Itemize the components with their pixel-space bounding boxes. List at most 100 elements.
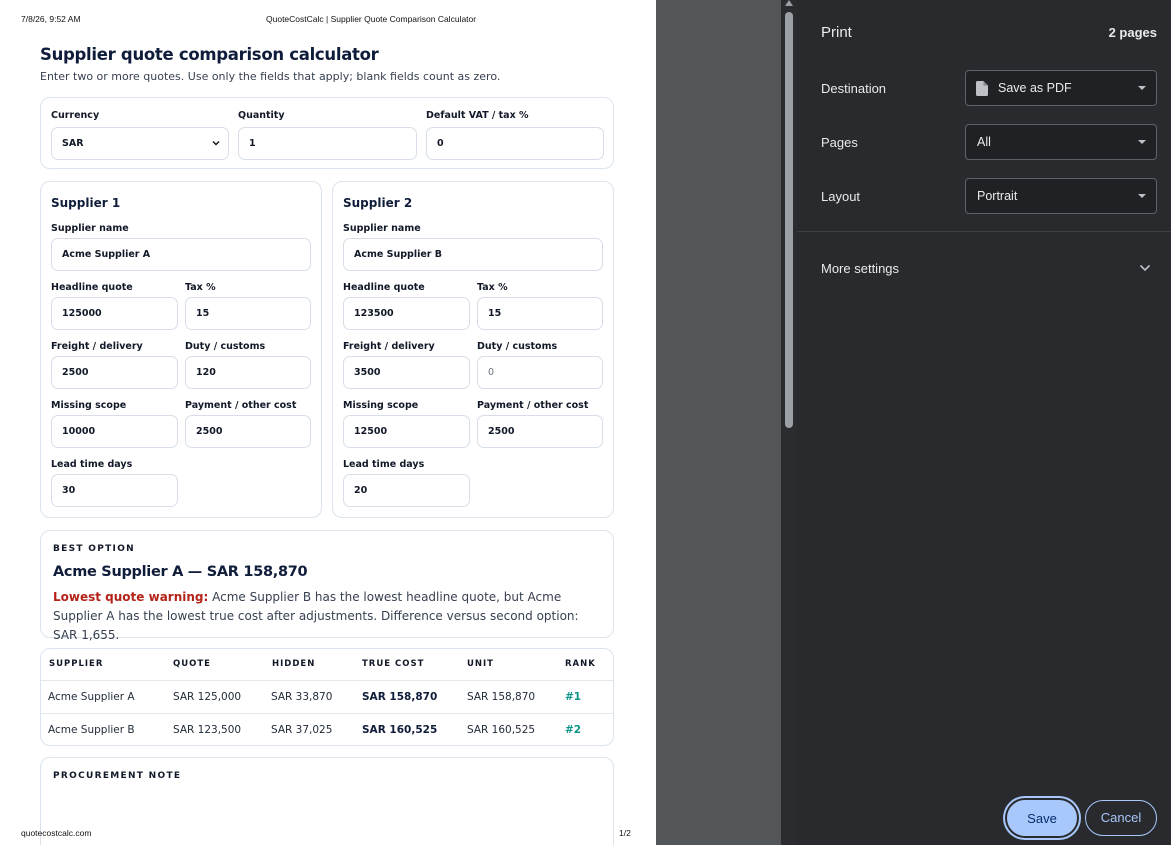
lead-time-input[interactable]: 20 [343,474,470,507]
column-header-supplier: SUPPLIER [49,659,104,669]
duty-label: Duty / customs [185,341,266,352]
cell-unit: SAR 158,870 [467,691,536,703]
payment-label: Payment / other cost [185,400,297,411]
column-header-hidden: HIDDEN [272,659,316,669]
quantity-label: Quantity [238,110,285,121]
results-table: SUPPLIER QUOTE HIDDEN TRUE COST UNIT RAN… [40,648,614,746]
print-settings-panel: Print 2 pages Destination Save as PDF Pa… [797,0,1171,845]
vat-label: Default VAT / tax % [426,110,529,121]
best-option-kicker: BEST OPTION [53,544,135,554]
tax-label: Tax % [185,282,216,293]
pages-select[interactable]: All [965,124,1157,160]
layout-value: Portrait [977,189,1018,203]
cancel-button[interactable]: Cancel [1085,800,1157,836]
preview-scrollbar[interactable] [781,0,797,845]
print-header-title: QuoteCostCalc | Supplier Quote Compariso… [266,14,477,24]
table-row: Acme Supplier B SAR 123,500 SAR 37,025 S… [41,713,613,746]
cell-rank: #1 [565,691,582,703]
tax-input[interactable]: 15 [185,297,311,330]
global-settings-card: Currency SAR Quantity 1 Default VAT / ta… [40,97,614,169]
supplier-card-1: Supplier 1 Supplier name Acme Supplier A… [40,181,322,518]
destination-select[interactable]: Save as PDF [965,70,1157,106]
more-settings-toggle[interactable]: More settings [797,250,1171,286]
missing-scope-input[interactable]: 10000 [51,415,178,448]
duty-input[interactable]: 120 [185,356,311,389]
supplier-name-input[interactable]: Acme Supplier A [51,238,311,271]
page-count: 2 pages [1108,25,1157,40]
chevron-down-icon [1139,264,1151,272]
payment-input[interactable]: 2500 [477,415,603,448]
chevron-down-icon [212,141,220,146]
cell-rank: #2 [565,724,582,736]
page-title: Supplier quote comparison calculator [40,45,379,64]
cell-quote: SAR 125,000 [173,691,242,703]
cell-quote: SAR 123,500 [173,724,242,736]
layout-select[interactable]: Portrait [965,178,1157,214]
cell-unit: SAR 160,525 [467,724,536,736]
missing-scope-input[interactable]: 12500 [343,415,470,448]
dropdown-arrow-icon [1138,86,1146,90]
supplier-name-label: Supplier name [343,223,421,234]
headline-quote-label: Headline quote [51,282,133,293]
currency-select[interactable]: SAR [51,127,229,160]
settings-divider [797,231,1171,232]
headline-quote-input[interactable]: 125000 [51,297,178,330]
pages-value: All [977,135,991,149]
missing-scope-label: Missing scope [51,400,127,411]
best-option-description: Lowest quote warning: Acme Supplier B ha… [53,588,605,645]
layout-label: Layout [821,189,861,204]
quantity-input[interactable]: 1 [238,127,417,160]
dropdown-arrow-icon [1138,194,1146,198]
lead-time-label: Lead time days [51,459,133,470]
print-dialog-title: Print [821,24,852,41]
currency-label: Currency [51,110,100,121]
lowest-quote-warning-label: Lowest quote warning: [53,590,209,604]
page-subtitle: Enter two or more quotes. Use only the f… [40,70,501,83]
supplier-name-input[interactable]: Acme Supplier B [343,238,603,271]
duty-input[interactable]: 0 [477,356,603,389]
pages-label: Pages [821,135,858,150]
destination-value: Save as PDF [998,81,1072,95]
cell-supplier: Acme Supplier B [48,724,135,736]
freight-input[interactable]: 2500 [51,356,178,389]
supplier-card-2: Supplier 2 Supplier name Acme Supplier B… [332,181,614,518]
save-button[interactable]: Save [1007,800,1077,836]
payment-input[interactable]: 2500 [185,415,311,448]
lead-time-label: Lead time days [343,459,425,470]
document-icon [976,81,988,96]
freight-label: Freight / delivery [343,341,435,352]
supplier-name-label: Supplier name [51,223,129,234]
more-settings-label: More settings [821,261,900,276]
missing-scope-label: Missing scope [343,400,419,411]
print-footer-url: quotecostcalc.com [21,828,92,838]
cell-hidden: SAR 37,025 [271,724,333,736]
freight-label: Freight / delivery [51,341,143,352]
vat-input[interactable]: 0 [426,127,604,160]
duty-label: Duty / customs [477,341,558,352]
cell-hidden: SAR 33,870 [271,691,333,703]
scroll-up-arrow-icon[interactable] [785,0,793,6]
print-preview-pane: 7/8/26, 9:52 AM QuoteCostCalc | Supplier… [0,0,781,845]
best-option-headline: Acme Supplier A — SAR 158,870 [53,564,308,580]
procurement-note-card: PROCUREMENT NOTE [40,757,614,845]
column-header-unit: UNIT [467,659,494,669]
tax-label: Tax % [477,282,508,293]
headline-quote-label: Headline quote [343,282,425,293]
cell-supplier: Acme Supplier A [48,691,135,703]
headline-quote-input[interactable]: 123500 [343,297,470,330]
cell-true-cost: SAR 160,525 [362,724,438,736]
lead-time-input[interactable]: 30 [51,474,178,507]
freight-input[interactable]: 3500 [343,356,470,389]
cell-true-cost: SAR 158,870 [362,691,438,703]
destination-label: Destination [821,81,887,96]
table-row: Acme Supplier A SAR 125,000 SAR 33,870 S… [41,680,613,713]
print-footer-page-number: 1/2 [619,828,631,838]
column-header-rank: RANK [565,659,596,669]
supplier-title: Supplier 1 [51,196,121,210]
supplier-title: Supplier 2 [343,196,413,210]
best-option-card: BEST OPTION Acme Supplier A — SAR 158,87… [40,530,614,642]
procurement-note-kicker: PROCUREMENT NOTE [53,771,182,781]
column-header-true-cost: TRUE COST [362,659,425,669]
scrollbar-thumb[interactable] [785,12,793,428]
tax-input[interactable]: 15 [477,297,603,330]
